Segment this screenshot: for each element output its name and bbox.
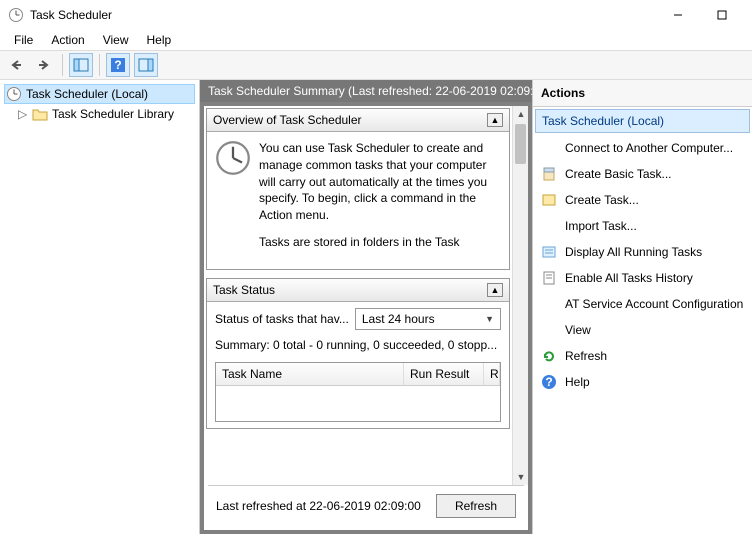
svg-text:?: ? <box>114 58 121 72</box>
summary-footer: Last refreshed at 22-06-2019 02:09:00 Re… <box>208 485 524 526</box>
running-tasks-icon <box>541 244 557 260</box>
action-view[interactable]: View <box>533 317 752 343</box>
action-label: AT Service Account Configuration <box>565 297 743 311</box>
overview-text-1: You can use Task Scheduler to create and… <box>259 140 501 224</box>
show-hide-console-tree-button[interactable] <box>69 53 93 77</box>
tree-root-task-scheduler-local[interactable]: Task Scheduler (Local) <box>4 84 195 104</box>
actions-scope-label: Task Scheduler (Local) <box>535 109 750 133</box>
last-refreshed-text: Last refreshed at 22-06-2019 02:09:00 <box>216 499 421 513</box>
action-label: Create Task... <box>565 193 639 207</box>
summary-header: Task Scheduler Summary (Last refreshed: … <box>200 80 532 102</box>
actions-pane: Actions Task Scheduler (Local) Connect t… <box>532 80 752 534</box>
task-status-panel: Task Status ▲ Status of tasks that hav..… <box>206 278 510 429</box>
forward-button[interactable] <box>32 53 56 77</box>
import-icon <box>541 218 557 234</box>
task-status-title: Task Status <box>213 283 275 297</box>
title-bar: Task Scheduler <box>0 0 752 30</box>
column-task-name[interactable]: Task Name <box>216 363 404 385</box>
action-label: Import Task... <box>565 219 637 233</box>
action-import-task[interactable]: Import Task... <box>533 213 752 239</box>
action-display-all-running-tasks[interactable]: Display All Running Tasks <box>533 239 752 265</box>
svg-text:?: ? <box>545 375 552 389</box>
wizard-icon <box>541 166 557 182</box>
main-area: Task Scheduler (Local) ▷ Task Scheduler … <box>0 80 752 534</box>
scroll-up-icon[interactable]: ▲ <box>513 106 528 122</box>
folder-icon <box>32 106 48 122</box>
action-help[interactable]: ? Help <box>533 369 752 395</box>
action-create-task[interactable]: Create Task... <box>533 187 752 213</box>
overview-clock-icon <box>215 140 251 261</box>
console-tree: Task Scheduler (Local) ▷ Task Scheduler … <box>0 80 200 534</box>
status-summary-text: Summary: 0 total - 0 running, 0 succeede… <box>215 338 501 352</box>
overview-text-2: Tasks are stored in folders in the Task <box>259 234 501 251</box>
menu-help[interactable]: Help <box>139 31 180 49</box>
menu-action[interactable]: Action <box>43 31 92 49</box>
account-icon <box>541 296 557 312</box>
minimize-button[interactable] <box>656 0 700 30</box>
action-label: Refresh <box>565 349 607 363</box>
action-enable-all-tasks-history[interactable]: Enable All Tasks History <box>533 265 752 291</box>
status-label: Status of tasks that hav... <box>215 312 349 326</box>
column-r[interactable]: R <box>484 363 500 385</box>
toolbar-separator <box>99 54 100 76</box>
help-button[interactable]: ? <box>106 53 130 77</box>
refresh-button[interactable]: Refresh <box>436 494 516 518</box>
actions-header: Actions <box>533 80 752 107</box>
chevron-down-icon: ▼ <box>485 314 494 324</box>
menu-file[interactable]: File <box>6 31 41 49</box>
back-button[interactable] <box>4 53 28 77</box>
computer-icon <box>541 140 557 156</box>
history-icon <box>541 270 557 286</box>
show-hide-action-pane-button[interactable] <box>134 53 158 77</box>
action-label: Display All Running Tasks <box>565 245 702 259</box>
scroll-down-icon[interactable]: ▼ <box>513 469 528 485</box>
status-period-value: Last 24 hours <box>362 312 435 326</box>
column-run-result[interactable]: Run Result <box>404 363 484 385</box>
action-connect-to-another-computer[interactable]: Connect to Another Computer... <box>533 135 752 161</box>
action-label: Create Basic Task... <box>565 167 672 181</box>
tree-task-scheduler-library[interactable]: ▷ Task Scheduler Library <box>4 104 195 124</box>
action-label: Enable All Tasks History <box>565 271 693 285</box>
collapse-icon[interactable]: ▲ <box>487 113 503 127</box>
action-refresh[interactable]: Refresh <box>533 343 752 369</box>
clock-icon <box>6 86 22 102</box>
action-create-basic-task[interactable]: Create Basic Task... <box>533 161 752 187</box>
tree-root-label: Task Scheduler (Local) <box>26 87 148 101</box>
overview-panel-header[interactable]: Overview of Task Scheduler ▲ <box>207 109 509 132</box>
vertical-scrollbar[interactable]: ▲ ▼ <box>512 106 528 485</box>
help-icon: ? <box>541 374 557 390</box>
refresh-icon <box>541 348 557 364</box>
action-label: Help <box>565 375 590 389</box>
action-label: View <box>565 323 591 337</box>
menu-bar: File Action View Help <box>0 30 752 50</box>
scrollbar-thumb[interactable] <box>515 124 526 164</box>
action-at-service-account-configuration[interactable]: AT Service Account Configuration <box>533 291 752 317</box>
task-status-header[interactable]: Task Status ▲ <box>207 279 509 302</box>
center-pane: Task Scheduler Summary (Last refreshed: … <box>200 80 532 534</box>
overview-panel: Overview of Task Scheduler ▲ You can use… <box>206 108 510 270</box>
menu-view[interactable]: View <box>95 31 137 49</box>
view-icon <box>541 322 557 338</box>
tree-library-label: Task Scheduler Library <box>52 107 174 121</box>
task-status-grid[interactable]: Task Name Run Result R <box>215 362 501 422</box>
expand-icon[interactable]: ▷ <box>18 107 28 121</box>
overview-panel-title: Overview of Task Scheduler <box>213 113 362 127</box>
action-label: Connect to Another Computer... <box>565 141 733 155</box>
collapse-icon[interactable]: ▲ <box>487 283 503 297</box>
maximize-button[interactable] <box>700 0 744 30</box>
toolbar: ? <box>0 50 752 80</box>
app-clock-icon <box>8 7 24 23</box>
window-title: Task Scheduler <box>30 8 112 22</box>
toolbar-separator <box>62 54 63 76</box>
status-period-select[interactable]: Last 24 hours ▼ <box>355 308 501 330</box>
task-icon <box>541 192 557 208</box>
